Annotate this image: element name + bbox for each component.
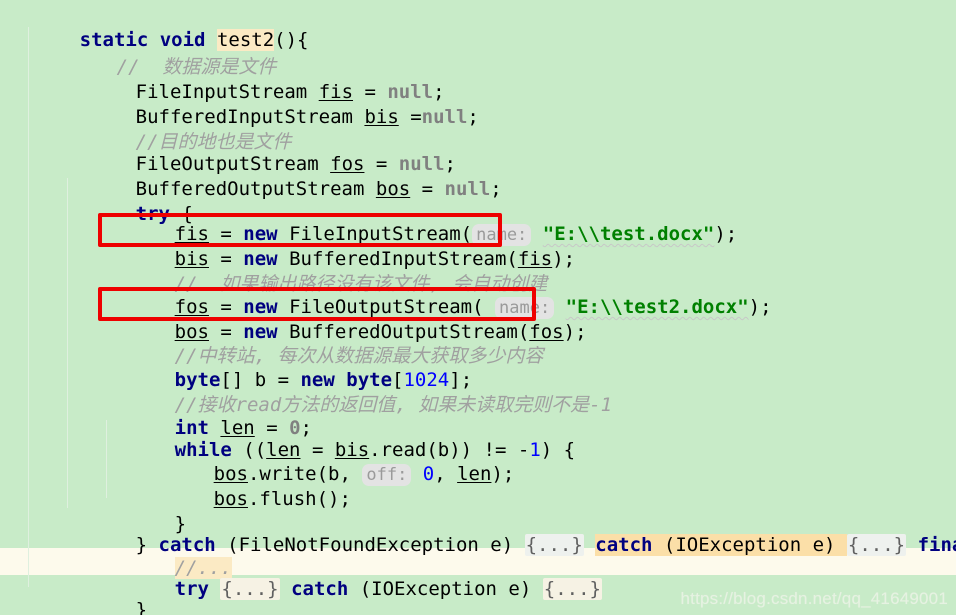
brace-close: }: [135, 599, 148, 615]
code-line-24: try {...} catch (IOException e) {...}: [106, 549, 602, 600]
code-line-2: // 数据源是文件: [48, 27, 277, 78]
operator-minus: -: [517, 439, 530, 461]
folded-block-4[interactable]: {...}: [542, 578, 602, 600]
exception-io-1: (IOException e): [652, 534, 847, 556]
string-literal-dest-path: "E:\\test2.docx": [565, 296, 749, 318]
variable-len: len: [457, 463, 492, 485]
keyword-catch-3: catch: [291, 578, 349, 600]
keyword-finally: finally: [917, 534, 956, 556]
editor-gutter[interactable]: [0, 0, 11, 615]
code-line-20: bos.flush();: [145, 459, 351, 510]
literal-one: 1: [529, 439, 541, 461]
editor-gutter-current-line: [0, 548, 11, 575]
code-line-9: fis = new FileInputStream(name: "E:\\tes…: [106, 194, 737, 246]
code-line-26: }: [28, 592, 108, 615]
line-1-tail: (){: [274, 29, 309, 51]
keyword-catch-2: catch: [595, 534, 653, 556]
code-line-3: FileInputStream fis = null;: [67, 52, 445, 103]
semicolon: ;: [467, 106, 479, 128]
code-content[interactable]: static void test2(){ // 数据源是文件 FileInput…: [0, 0, 956, 615]
folded-block-3[interactable]: {...}: [220, 578, 280, 600]
line-18-tail: ) {: [540, 439, 576, 461]
code-line-12: fos = new FileOutputStream( name: "E:\\t…: [106, 267, 772, 319]
code-line-15: byte[] b = new byte[1024];: [106, 340, 473, 391]
code-line-14: //中转站, 每次从数据源最大获取多少内容: [106, 316, 544, 367]
line-9-tail: );: [714, 223, 738, 245]
comma: ,: [434, 463, 458, 485]
literal-zero: 0: [422, 463, 435, 485]
code-line-4: BufferedInputStream bis =null;: [67, 77, 479, 128]
code-line-1: static void test2(){: [11, 0, 308, 51]
watermark-text: https://blog.csdn.net/qq_41649001: [680, 589, 948, 608]
line-12-tail: );: [748, 296, 772, 318]
code-line-19: bos.write(b, off: 0, len);: [145, 434, 514, 486]
code-line-18: while ((len = bis.read(b)) != -1) {: [106, 410, 575, 461]
code-line-6: FileOutputStream fos = null;: [67, 124, 456, 175]
line-13-tail: );: [563, 321, 587, 343]
code-line-7: BufferedOutputStream bos = null;: [67, 149, 502, 200]
code-line-13: bos = new BufferedOutputStream(fos);: [106, 292, 587, 343]
param-hint-off: off:: [362, 464, 412, 486]
code-editor-screenshot: static void test2(){ // 数据源是文件 FileInput…: [0, 0, 956, 615]
keyword-try: try: [174, 578, 209, 600]
code-line-10: bis = new BufferedInputStream(fis);: [106, 219, 575, 270]
line-19-end: );: [491, 463, 515, 485]
exception-io-2: (IOException e): [348, 578, 543, 600]
folded-block-2[interactable]: {...}: [846, 534, 907, 556]
